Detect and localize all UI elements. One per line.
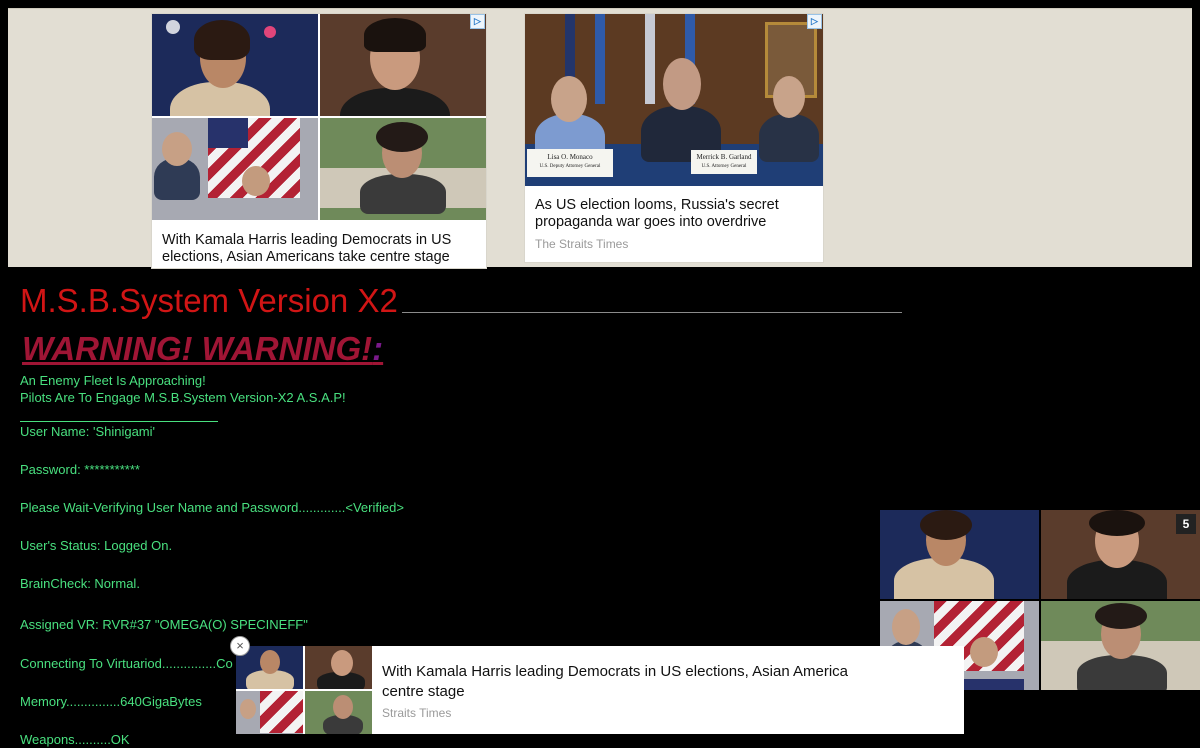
ad-photo-press-conference: Lisa O. Monaco U.S. Deputy Attorney Gene…: [525, 14, 823, 186]
ad-photo-speaker: [320, 14, 486, 116]
terminal-username: User Name: 'Shinigami': [20, 424, 156, 439]
ad-photo-woman-outdoor: [320, 118, 486, 220]
terminal-divider: [20, 421, 218, 422]
adchoices-triangle-icon[interactable]: ▷: [470, 14, 485, 29]
adchoices-triangle-icon[interactable]: ▷: [807, 14, 822, 29]
ad-source: The Straits Times: [535, 237, 629, 251]
ad-photo-harris: [152, 14, 318, 116]
ad-thumb-woman: [305, 691, 372, 734]
nameplate-garland: Merrick B. Garland U.S. Attorney General: [691, 150, 757, 174]
ad-headline[interactable]: With Kamala Harris leading Democrats in …: [382, 662, 882, 702]
terminal-braincheck: BrainCheck: Normal.: [20, 576, 140, 591]
ad-thumb-flag: [236, 691, 303, 734]
terminal-line: An Enemy Fleet Is Approaching!: [20, 373, 206, 388]
ad-headline[interactable]: With Kamala Harris leading Democrats in …: [162, 232, 478, 266]
ad-photo-flag: [152, 118, 318, 220]
terminal-line: Pilots Are To Engage M.S.B.System Versio…: [20, 390, 346, 405]
ad-headline[interactable]: As US election looms, Russia's secret pr…: [535, 197, 815, 231]
terminal-password: Password: ***********: [20, 462, 140, 477]
ad-source: Straits Times: [382, 706, 452, 720]
close-ad-button[interactable]: ×: [230, 636, 250, 656]
nameplate-monaco: Lisa O. Monaco U.S. Deputy Attorney Gene…: [527, 149, 613, 177]
ad-banner: With Kamala Harris leading Democrats in …: [8, 8, 1192, 269]
terminal-connect: Connecting To Virtuariod...............C…: [20, 656, 233, 671]
ad-card-harris[interactable]: With Kamala Harris leading Democrats in …: [151, 13, 487, 269]
page-title: M.S.B.System Version X2: [20, 282, 398, 319]
bottom-anchor-ad[interactable]: With Kamala Harris leading Democrats in …: [236, 646, 964, 734]
ad-thumb-speaker: [305, 646, 372, 689]
ad-card-russia[interactable]: Lisa O. Monaco U.S. Deputy Attorney Gene…: [524, 13, 824, 263]
ad-photo-collage: [152, 14, 486, 220]
ad-photo-harris: [880, 510, 1039, 599]
ad-photo-woman-outdoor: [1041, 601, 1200, 690]
terminal-verify: Please Wait-Verifying User Name and Pass…: [20, 500, 404, 515]
terminal-status: User's Status: Logged On.: [20, 538, 173, 553]
title-divider: [402, 312, 902, 313]
ad-counter-badge: 5: [1176, 514, 1196, 534]
warning-heading: WARNING! WARNING!:: [22, 330, 384, 367]
ad-thumbnail: [236, 646, 372, 734]
terminal-vr: Assigned VR: RVR#37 "OMEGA(Ο) SPECINEFF": [20, 617, 308, 632]
terminal-memory: Memory...............640GigaBytes: [20, 694, 202, 709]
